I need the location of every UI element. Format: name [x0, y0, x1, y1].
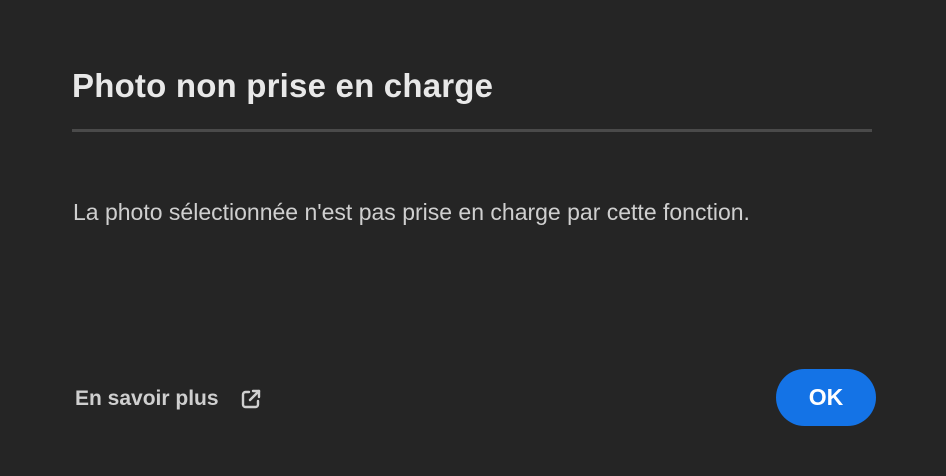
title-divider	[72, 129, 872, 132]
dialog-message: La photo sélectionnée n'est pas prise en…	[73, 199, 750, 225]
learn-more-label: En savoir plus	[75, 387, 219, 410]
dialog-title: Photo non prise en charge	[72, 67, 494, 104]
ok-button[interactable]: OK	[776, 369, 876, 426]
external-link-icon	[239, 387, 263, 411]
unsupported-photo-dialog: Photo non prise en charge La photo sélec…	[0, 0, 946, 476]
learn-more-link[interactable]: En savoir plus	[75, 383, 263, 415]
